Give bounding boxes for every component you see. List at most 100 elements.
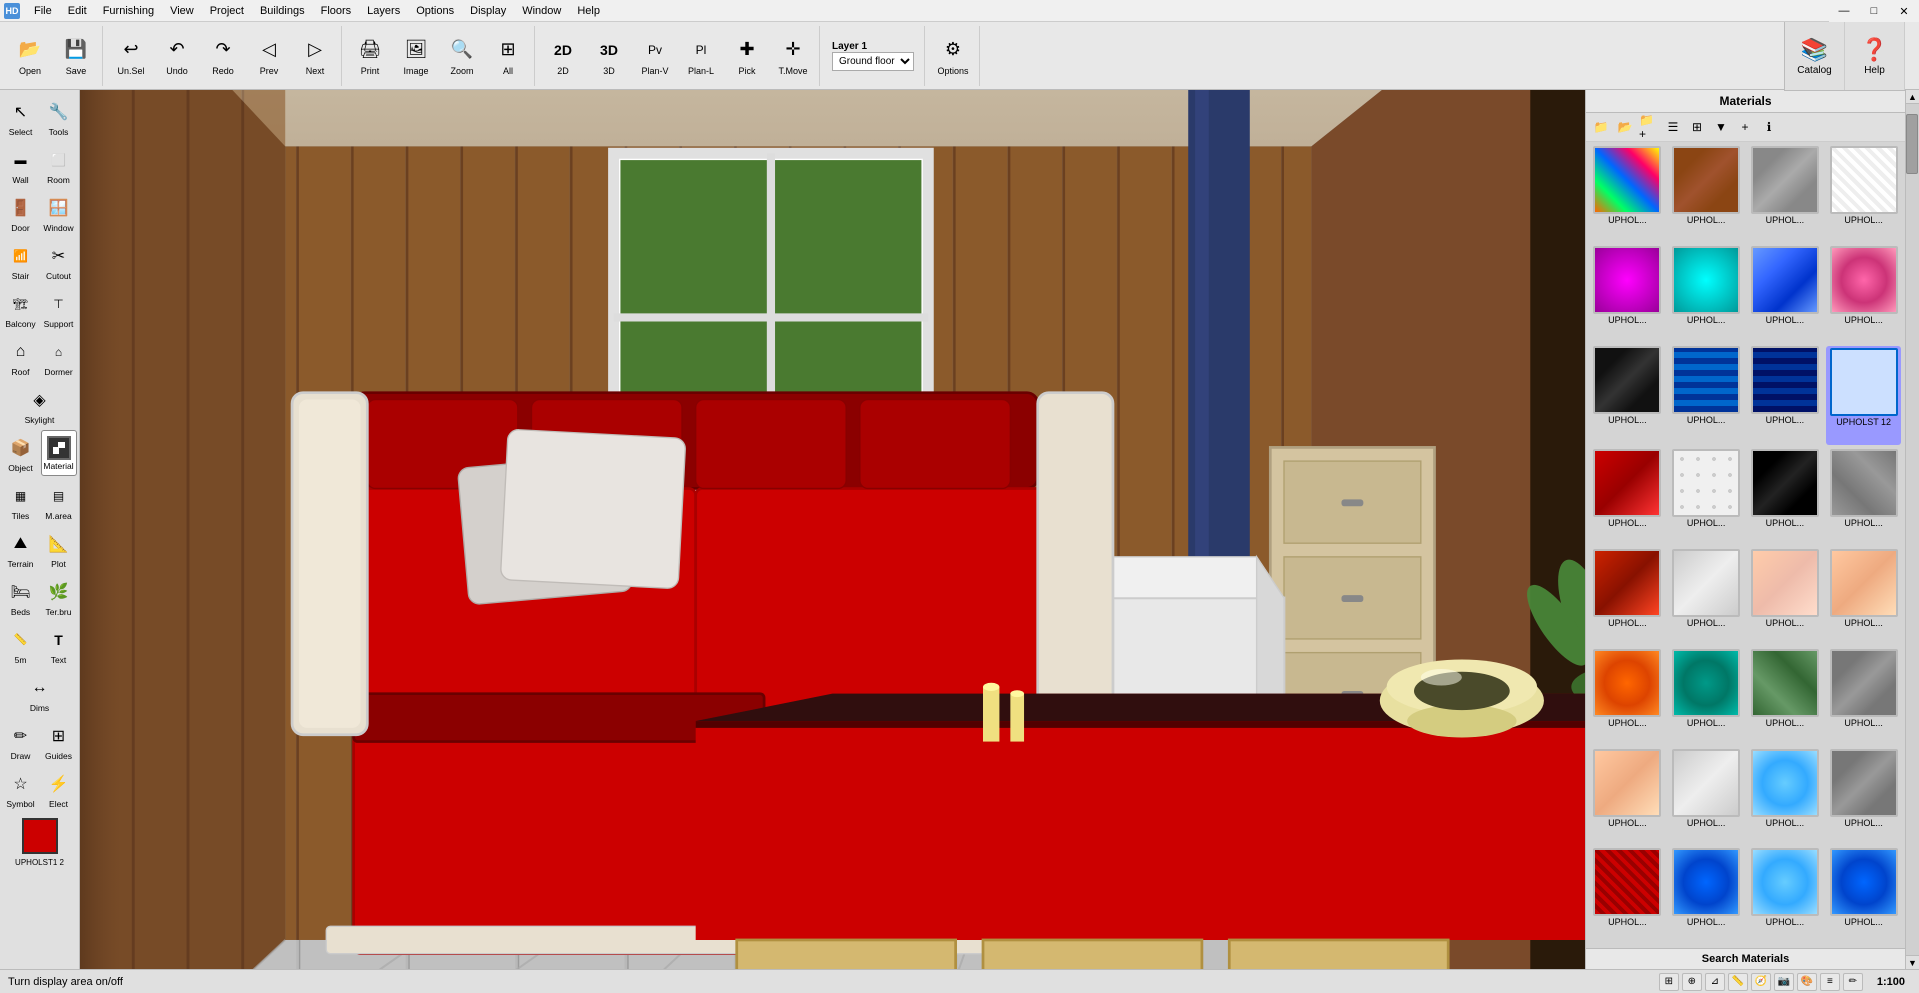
menu-help[interactable]: Help: [569, 3, 608, 19]
material-item-23[interactable]: UPHOL...: [1748, 649, 1823, 745]
support-tool[interactable]: ⊤ Support: [41, 286, 77, 332]
menu-furnishing[interactable]: Furnishing: [95, 3, 162, 19]
material-item-20[interactable]: UPHOL...: [1826, 549, 1901, 645]
materials-search-button[interactable]: Search Materials: [1586, 948, 1905, 969]
material-item-29[interactable]: UPHOL...: [1590, 848, 1665, 944]
viewport[interactable]: [80, 90, 1585, 969]
material-item-17[interactable]: UPHOL...: [1590, 549, 1665, 645]
material-item-4[interactable]: UPHOL...: [1826, 146, 1901, 242]
scrollbar-up-button[interactable]: ▲: [1906, 90, 1919, 104]
material-item-11[interactable]: UPHOL...: [1748, 346, 1823, 446]
image-button[interactable]: 🖼 Image: [394, 30, 438, 82]
menu-file[interactable]: File: [26, 3, 60, 19]
scrollbar-down-button[interactable]: ▼: [1906, 955, 1919, 969]
color-swatch[interactable]: [22, 818, 58, 854]
statusbar-3dnav-btn[interactable]: 🧭: [1751, 973, 1771, 991]
material-item-18[interactable]: UPHOL...: [1669, 549, 1744, 645]
menu-project[interactable]: Project: [202, 3, 252, 19]
pick-button[interactable]: ✚ Pick: [725, 30, 769, 82]
mat-filter-icon[interactable]: ▼: [1710, 116, 1732, 138]
material-item-24[interactable]: UPHOL...: [1826, 649, 1901, 745]
material-item-14[interactable]: UPHOL...: [1669, 449, 1744, 545]
menu-edit[interactable]: Edit: [60, 3, 95, 19]
maximize-button[interactable]: □: [1859, 0, 1889, 22]
dormer-tool[interactable]: ⌂ Dormer: [41, 334, 77, 380]
beds-tool[interactable]: 🛏 Beds: [3, 574, 39, 620]
wall-tool[interactable]: ▬ Wall: [3, 142, 39, 188]
statusbar-cam-btn[interactable]: 📷: [1774, 973, 1794, 991]
menu-window[interactable]: Window: [514, 3, 569, 19]
material-item-1[interactable]: UPHOL...: [1590, 146, 1665, 242]
terrain-tool[interactable]: ⛰ Terrain: [3, 526, 39, 572]
help-button[interactable]: ❓ Help: [1845, 22, 1905, 90]
tmove-button[interactable]: ✛ T.Move: [771, 30, 815, 82]
floor-select[interactable]: Ground floor: [832, 52, 914, 71]
material-item-12[interactable]: UPHOLST 12: [1826, 346, 1901, 446]
material-item-7[interactable]: UPHOL...: [1748, 246, 1823, 342]
room-tool[interactable]: ⬜ Room: [41, 142, 77, 188]
material-item-26[interactable]: UPHOL...: [1669, 749, 1744, 845]
text-tool[interactable]: T Text: [41, 622, 77, 668]
next-button[interactable]: ▷ Next: [293, 30, 337, 82]
undo-button[interactable]: ↶ Undo: [155, 30, 199, 82]
stair-tool[interactable]: 📶 Stair: [3, 238, 39, 284]
menu-options[interactable]: Options: [408, 3, 462, 19]
material-item-32[interactable]: UPHOL...: [1826, 848, 1901, 944]
mat-folder-open-icon[interactable]: 📂: [1614, 116, 1636, 138]
terbru-tool[interactable]: 🌿 Ter.bru: [41, 574, 77, 620]
planv-button[interactable]: Pv Plan-V: [633, 30, 677, 82]
menu-view[interactable]: View: [162, 3, 202, 19]
material-item-16[interactable]: UPHOL...: [1826, 449, 1901, 545]
material-item-13[interactable]: UPHOL...: [1590, 449, 1665, 545]
material-item-28[interactable]: UPHOL...: [1826, 749, 1901, 845]
3d-button[interactable]: 3D 3D: [587, 30, 631, 82]
2d-button[interactable]: 2D 2D: [541, 30, 585, 82]
material-item-8[interactable]: UPHOL...: [1826, 246, 1901, 342]
prev-button[interactable]: ◁ Prev: [247, 30, 291, 82]
material-item-15[interactable]: UPHOL...: [1748, 449, 1823, 545]
cutout-tool[interactable]: ✂ Cutout: [41, 238, 77, 284]
dims-tool[interactable]: ↔ Dims: [22, 670, 58, 716]
minimize-button[interactable]: —: [1829, 0, 1859, 22]
material-item-9[interactable]: UPHOL...: [1590, 346, 1665, 446]
open-button[interactable]: 📂 Open: [8, 30, 52, 82]
material-item-31[interactable]: UPHOL...: [1748, 848, 1823, 944]
print-button[interactable]: 🖨 Print: [348, 30, 392, 82]
close-button[interactable]: ✕: [1889, 0, 1919, 22]
window-tool[interactable]: 🪟 Window: [41, 190, 77, 236]
5m-tool[interactable]: 📏 5m: [3, 622, 39, 668]
zoom-all-button[interactable]: ⊞ All: [486, 30, 530, 82]
planl-button[interactable]: Pl Plan-L: [679, 30, 723, 82]
select-tool[interactable]: ↖ Select: [3, 94, 39, 140]
mat-info-icon[interactable]: ℹ: [1758, 116, 1780, 138]
material-item-22[interactable]: UPHOL...: [1669, 649, 1744, 745]
scrollbar-thumb[interactable]: [1906, 114, 1918, 174]
menu-layers[interactable]: Layers: [359, 3, 408, 19]
options-button[interactable]: ⚙ Options: [931, 30, 975, 82]
mat-list-icon[interactable]: ☰: [1662, 116, 1684, 138]
scrollbar-track[interactable]: [1906, 104, 1919, 955]
marea-tool[interactable]: ▤ M.area: [41, 478, 77, 524]
menu-display[interactable]: Display: [462, 3, 514, 19]
material-tool[interactable]: Material: [41, 430, 77, 476]
zoom-button[interactable]: 🔍 Zoom: [440, 30, 484, 82]
material-item-2[interactable]: UPHOL...: [1669, 146, 1744, 242]
menu-buildings[interactable]: Buildings: [252, 3, 313, 19]
catalog-button[interactable]: 📚 Catalog: [1785, 22, 1845, 90]
material-item-21[interactable]: UPHOL...: [1590, 649, 1665, 745]
redo-button[interactable]: ↷ Redo: [201, 30, 245, 82]
material-item-30[interactable]: UPHOL...: [1669, 848, 1744, 944]
material-item-5[interactable]: UPHOL...: [1590, 246, 1665, 342]
balcony-tool[interactable]: 🏗 Balcony: [3, 286, 39, 332]
statusbar-ortho-btn[interactable]: ⊿: [1705, 973, 1725, 991]
material-item-19[interactable]: UPHOL...: [1748, 549, 1823, 645]
skylight-tool[interactable]: ◈ Skylight: [22, 382, 58, 428]
mat-folder-icon[interactable]: 📁: [1590, 116, 1612, 138]
tools-tool[interactable]: 🔧 Tools: [41, 94, 77, 140]
statusbar-layer-btn[interactable]: ≡: [1820, 973, 1840, 991]
door-tool[interactable]: 🚪 Door: [3, 190, 39, 236]
guides-tool[interactable]: ⊞ Guides: [41, 718, 77, 764]
save-button[interactable]: 💾 Save: [54, 30, 98, 82]
material-item-3[interactable]: UPHOL...: [1748, 146, 1823, 242]
mat-folder-new-icon[interactable]: 📁+: [1638, 116, 1660, 138]
